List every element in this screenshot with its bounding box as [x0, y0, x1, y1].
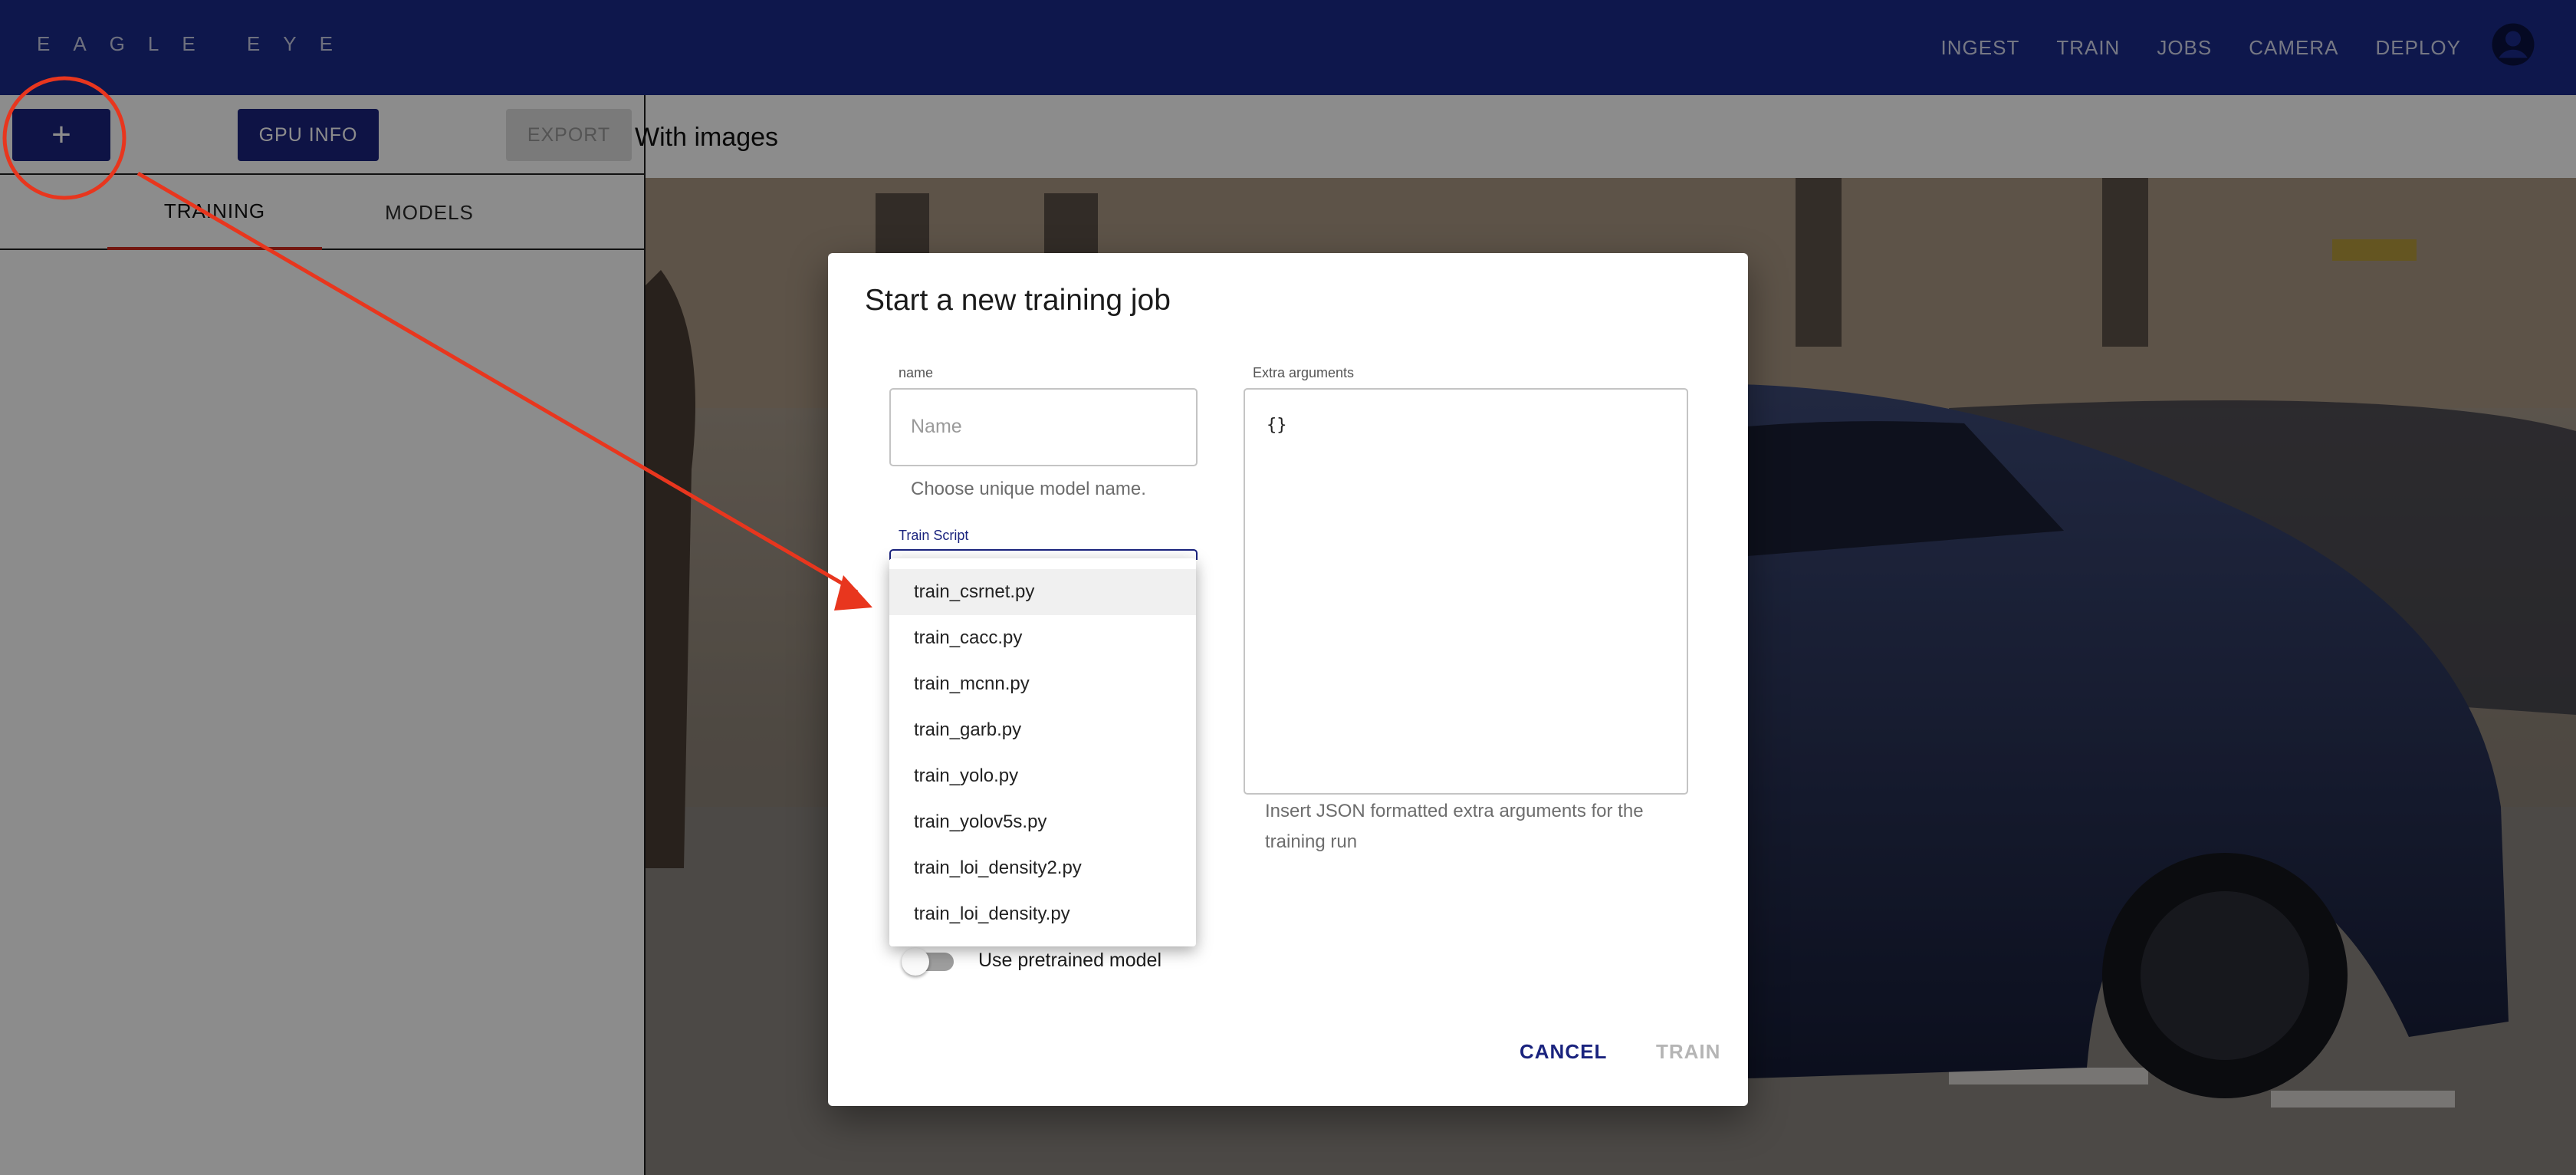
menu-item-train-csrnet[interactable]: train_csrnet.py [889, 569, 1196, 615]
menu-item-train-yolo[interactable]: train_yolo.py [889, 753, 1196, 799]
pretrained-label: Use pretrained model [978, 950, 1162, 971]
extra-arguments-helper-text: Insert JSON formatted extra arguments fo… [1265, 801, 1644, 852]
name-helper-text: Choose unique model name. [911, 479, 1146, 499]
menu-item-train-garb[interactable]: train_garb.py [889, 707, 1196, 753]
extra-arguments-value: {} [1267, 416, 1287, 435]
pretrained-toggle[interactable] [902, 948, 958, 976]
menu-item-train-loi-density2[interactable]: train_loi_density2.py [889, 845, 1196, 891]
dialog-title: Start a new training job [865, 284, 1171, 317]
name-placeholder: Name [911, 416, 962, 437]
train-button[interactable]: TRAIN [1656, 1040, 1720, 1064]
extra-arguments-label: Extra arguments [1248, 365, 1359, 381]
menu-item-train-mcnn[interactable]: train_mcnn.py [889, 661, 1196, 707]
toggle-thumb [902, 948, 929, 976]
menu-item-train-cacc[interactable]: train_cacc.py [889, 615, 1196, 661]
cancel-button[interactable]: CANCEL [1520, 1040, 1607, 1064]
name-field-label: name [894, 365, 938, 381]
extra-arguments-field[interactable] [1244, 388, 1688, 795]
menu-item-train-loi-density[interactable]: train_loi_density.py [889, 891, 1196, 937]
train-script-menu: train_csrnet.py train_cacc.py train_mcnn… [889, 558, 1196, 946]
menu-item-train-yolov5s[interactable]: train_yolov5s.py [889, 799, 1196, 845]
train-script-label: Train Script [894, 528, 974, 544]
